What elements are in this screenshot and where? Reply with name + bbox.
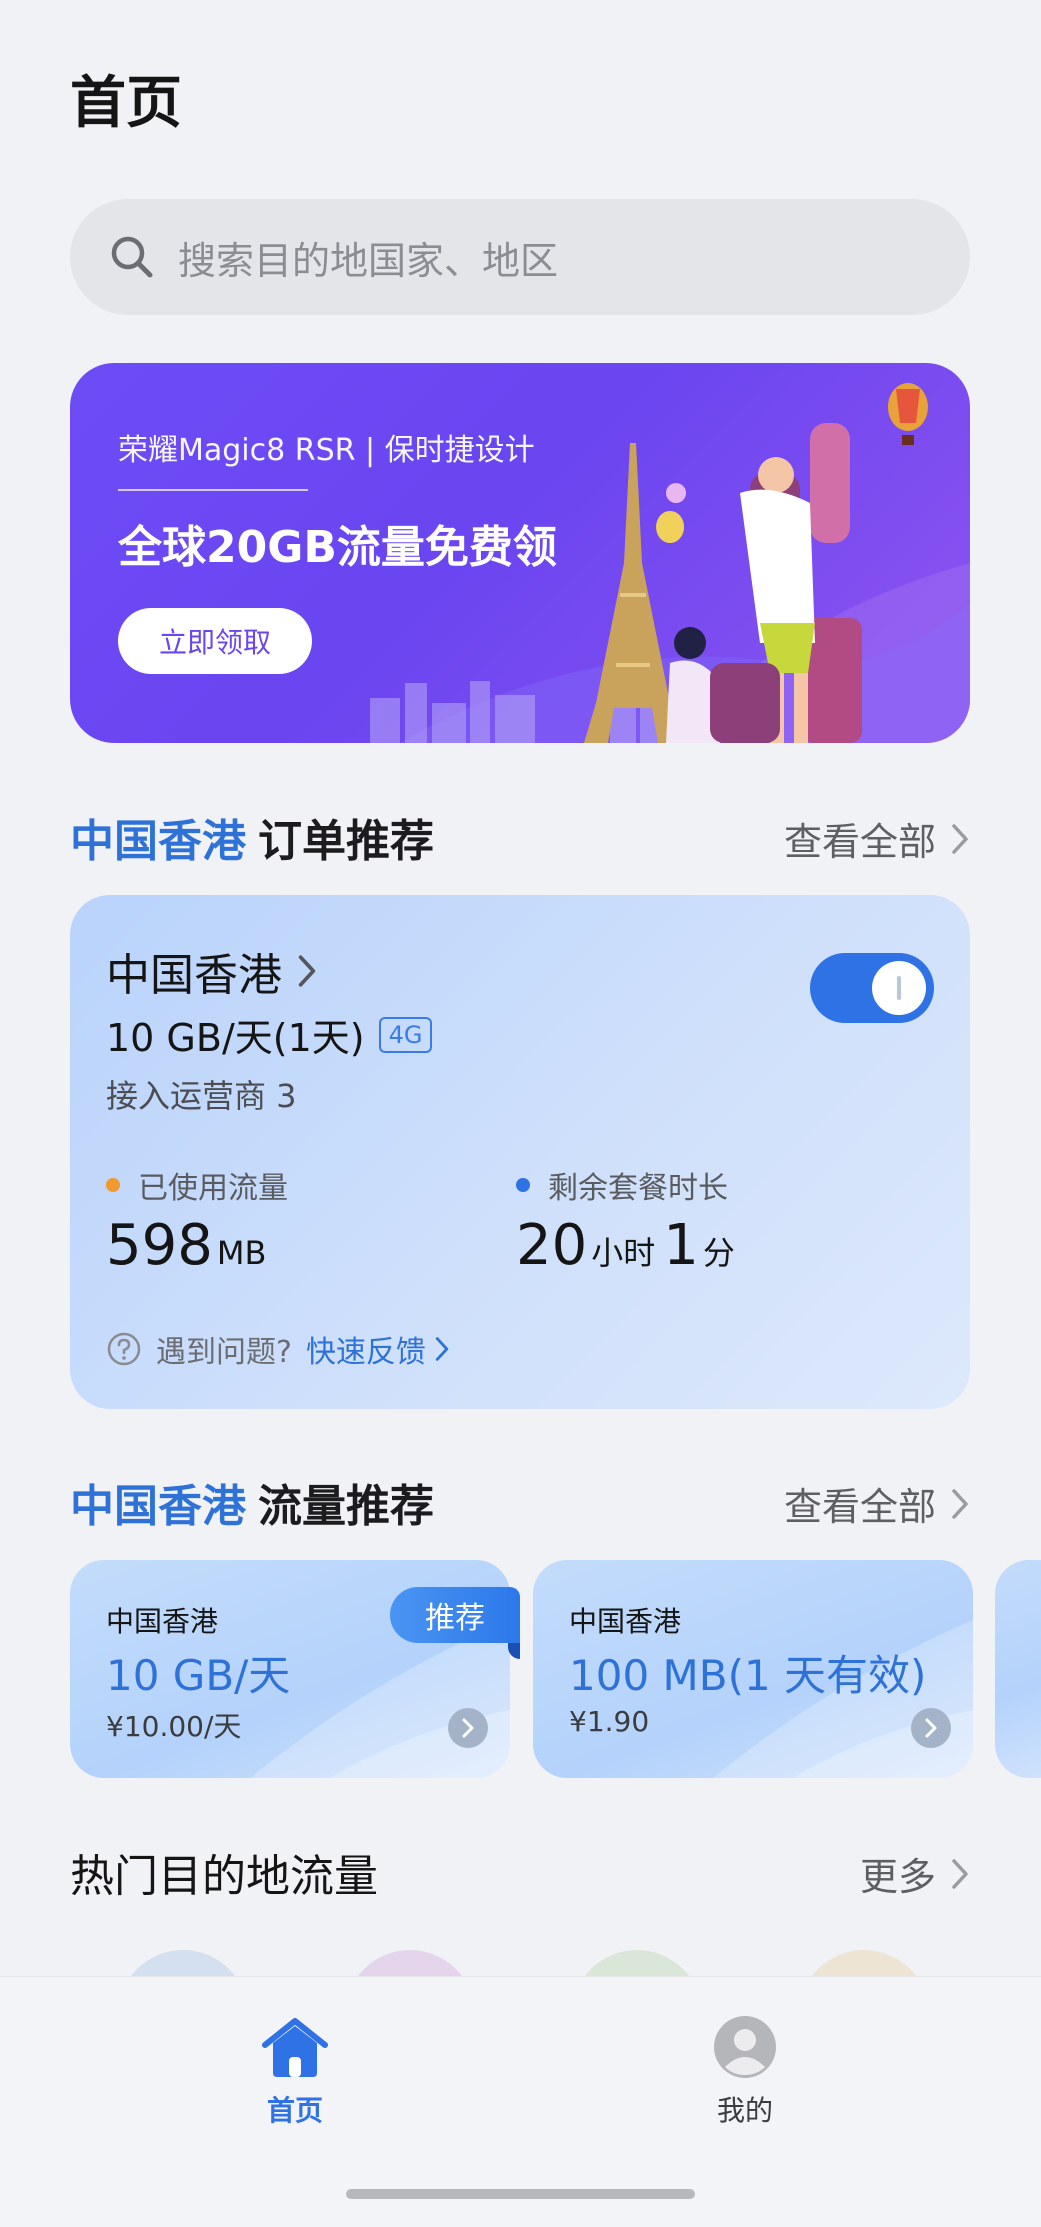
- avatar-icon: [714, 2016, 776, 2078]
- chevron-right-icon: [952, 1858, 968, 1889]
- recommend-badge: 推荐: [390, 1587, 520, 1659]
- traffic-view-all-link[interactable]: 查看全部: [784, 1476, 970, 1531]
- package-card-partial[interactable]: [995, 1560, 1041, 1778]
- blue-dot-icon: [516, 1178, 530, 1192]
- order-view-all-label: 查看全部: [783, 820, 936, 864]
- help-text: 遇到问题?: [156, 1335, 292, 1370]
- promo-banner[interactable]: 荣耀Magic8 RSR | 保时捷设计 全球20GB流量免费领 立即领取: [70, 363, 970, 743]
- chevron-right-icon: [952, 1488, 968, 1519]
- used-data-unit: MB: [216, 1234, 267, 1272]
- tab-mine[interactable]: 我的: [645, 2015, 845, 2129]
- package-amount: 100 MB(1 天有效): [569, 1651, 927, 1700]
- used-data-amount: 598: [106, 1213, 213, 1278]
- search-icon: [111, 236, 153, 278]
- carrier-label: 接入运营商 3: [106, 1077, 297, 1115]
- traffic-view-all-label: 查看全部: [783, 1485, 936, 1529]
- order-section-header: 中国香港 订单推荐 查看全部: [70, 805, 970, 867]
- remaining-time-value: 20 小时 1 分: [516, 1213, 743, 1278]
- hot-more-label: 更多: [859, 1855, 936, 1899]
- remaining-time-label-text: 剩余套餐时长: [548, 1171, 728, 1206]
- order-region-link[interactable]: 中国香港: [106, 939, 318, 1003]
- package-card[interactable]: 中国香港 100 MB(1 天有效) ¥1.90: [533, 1560, 973, 1778]
- chevron-right-icon: [462, 1718, 474, 1738]
- order-view-all-link[interactable]: 查看全部: [784, 811, 970, 866]
- tab-home[interactable]: 首页: [195, 2015, 395, 2129]
- tab-home-label: 首页: [266, 2094, 323, 2127]
- order-plan: 10 GB/天(1天) 4G: [106, 1007, 433, 1062]
- order-section-region: 中国香港: [70, 816, 246, 867]
- package-price: ¥1.90: [569, 1705, 650, 1738]
- question-icon: [107, 1332, 141, 1366]
- claim-now-button[interactable]: 立即领取: [118, 608, 312, 674]
- used-data-label: 已使用流量: [106, 1163, 288, 1207]
- orange-dot-icon: [106, 1178, 120, 1192]
- banner-subtitle: 荣耀Magic8 RSR | 保时捷设计: [118, 433, 535, 468]
- data-toggle-switch[interactable]: [810, 953, 934, 1023]
- home-icon: [262, 2018, 328, 2077]
- tab-mine-label: 我的: [716, 2094, 773, 2127]
- order-card[interactable]: 中国香港 10 GB/天(1天) 4G 接入运营商 3 已使用流量 598 MB …: [70, 895, 970, 1409]
- toggle-knob: [872, 961, 926, 1015]
- search-placeholder: 搜索目的地国家、地区: [178, 238, 559, 283]
- minutes-unit: 分: [702, 1234, 735, 1272]
- package-region: 中国香港: [106, 1605, 219, 1638]
- package-region: 中国香港: [569, 1605, 682, 1638]
- order-region: 中国香港: [106, 950, 282, 1001]
- package-amount: 10 GB/天: [106, 1651, 291, 1700]
- remaining-hours: 20: [516, 1213, 588, 1278]
- package-price: ¥10.00/天: [106, 1710, 242, 1743]
- hot-more-link[interactable]: 更多: [860, 1846, 970, 1901]
- order-section-title: 订单推荐: [258, 816, 434, 867]
- search-bar[interactable]: 搜索目的地国家、地区: [70, 199, 970, 315]
- traffic-section-region: 中国香港: [70, 1481, 246, 1532]
- used-data-label-text: 已使用流量: [138, 1171, 288, 1206]
- chevron-right-icon: [298, 955, 316, 987]
- remaining-time-label: 剩余套餐时长: [516, 1163, 728, 1207]
- network-badge: 4G: [378, 1016, 433, 1053]
- traffic-section-header: 中国香港 流量推荐 查看全部: [70, 1470, 970, 1532]
- used-data-value: 598 MB: [106, 1213, 274, 1278]
- banner-title: 全球20GB流量免费领: [118, 522, 557, 573]
- chevron-right-icon: [925, 1718, 937, 1738]
- order-plan-text: 10 GB/天(1天): [106, 1016, 365, 1060]
- page-title: 首页: [70, 71, 182, 136]
- remaining-minutes: 1: [663, 1213, 699, 1278]
- help-row: 遇到问题? 快速反馈: [106, 1327, 450, 1371]
- hours-unit: 小时: [591, 1234, 656, 1272]
- quick-feedback-label: 快速反馈: [305, 1335, 426, 1370]
- hot-destinations-title: 热门目的地流量: [70, 1851, 378, 1902]
- chevron-right-icon: [435, 1337, 449, 1361]
- package-arrow-button[interactable]: [911, 1708, 951, 1748]
- home-indicator[interactable]: [346, 2189, 695, 2199]
- traffic-section-title: 流量推荐: [258, 1481, 434, 1532]
- quick-feedback-link[interactable]: 快速反馈: [306, 1327, 450, 1371]
- chevron-right-icon: [952, 823, 968, 854]
- banner-divider: [118, 489, 308, 491]
- package-arrow-button[interactable]: [448, 1708, 488, 1748]
